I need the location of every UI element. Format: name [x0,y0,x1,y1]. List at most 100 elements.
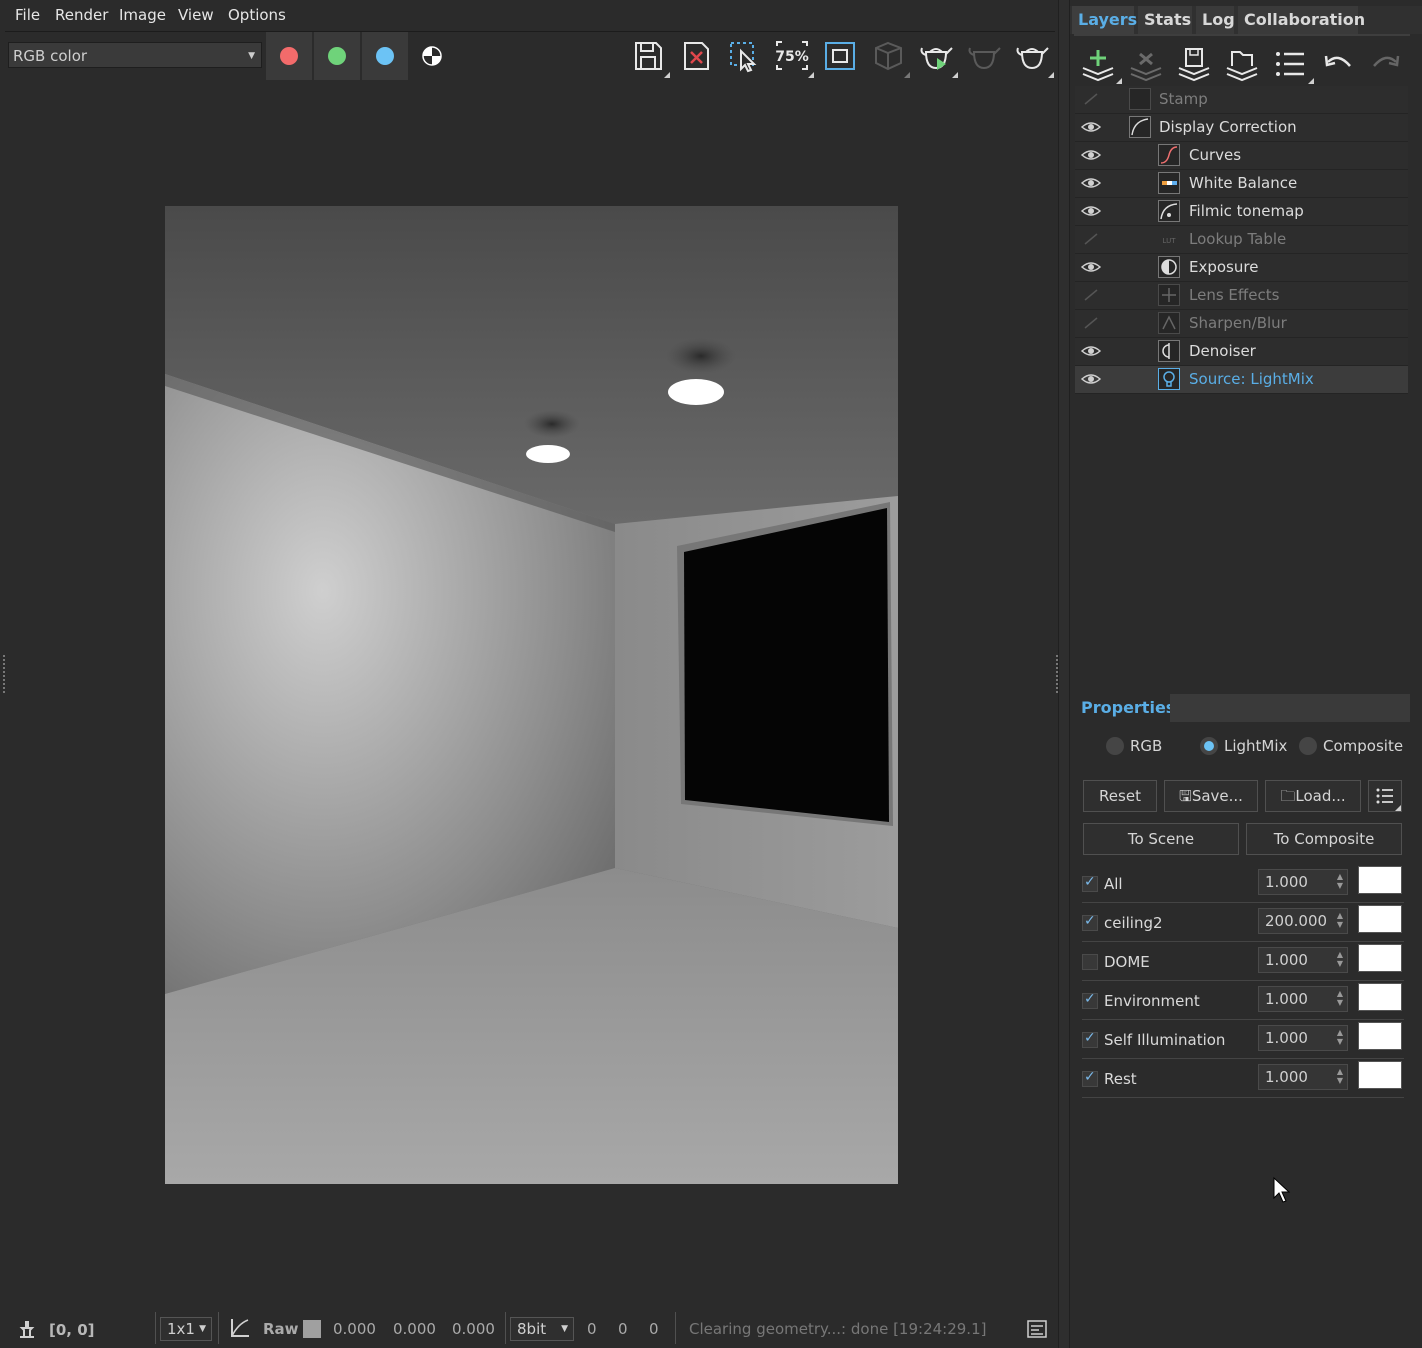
eye-icon[interactable] [1080,147,1102,163]
panel-splitter[interactable] [1058,0,1070,1348]
region-render-button[interactable] [722,36,766,78]
delete-layer-button[interactable] [1126,44,1170,84]
eye-icon[interactable] [1080,119,1102,135]
spinner-icon[interactable]: ▲ ▼ [1337,911,1343,929]
bitdepth-dropdown[interactable]: 8bit ▼ [510,1317,574,1341]
intensity-input[interactable]: 1.000 ▲ ▼ [1258,869,1348,895]
add-layer-button[interactable] [1078,44,1122,84]
eye-hidden-icon[interactable] [1081,315,1101,331]
lightmix-options-button[interactable] [1368,780,1402,812]
menu-view[interactable]: View [178,6,214,24]
lut-icon: LUT [1158,228,1180,250]
spinner-icon[interactable]: ▲ ▼ [1337,950,1343,968]
layer-row-sharpen-blur[interactable]: Sharpen/Blur [1075,310,1408,338]
intensity-value: 200.000 [1265,912,1328,930]
eye-icon[interactable] [1080,259,1102,275]
save-image-button[interactable] [626,36,670,78]
layer-presets-button[interactable] [1270,44,1314,84]
tab-log[interactable]: Log [1196,6,1235,34]
alpha-channel-button[interactable] [420,44,444,68]
enable-checkbox[interactable] [1082,874,1098,892]
layer-row-denoiser[interactable]: Denoiser [1075,338,1408,366]
light-color-swatch[interactable] [1358,866,1402,894]
intensity-value: 1.000 [1265,1068,1308,1086]
menu-image[interactable]: Image [119,6,166,24]
red-channel-button[interactable] [266,32,312,80]
spinner-icon[interactable]: ▲ ▼ [1337,989,1343,1007]
enable-checkbox[interactable] [1082,991,1098,1009]
channel-dropdown[interactable]: RGB color ▼ [8,42,262,68]
layer-row-source-lightmix[interactable]: Source: LightMix [1075,366,1408,394]
eye-hidden-icon[interactable] [1081,231,1101,247]
to-composite-button[interactable]: To Composite [1246,823,1402,855]
light-color-swatch[interactable] [1358,983,1402,1011]
layer-row-lookup-table[interactable]: LUT Lookup Table [1075,226,1408,254]
layer-row-exposure[interactable]: Exposure [1075,254,1408,282]
zoom-button[interactable]: 75% [770,36,814,78]
layer-row-curves[interactable]: Curves [1075,142,1408,170]
menu-divider [5,31,1055,32]
tab-layers[interactable]: Layers [1072,6,1137,34]
eye-hidden-icon[interactable] [1081,287,1101,303]
stop-render-button[interactable] [962,36,1006,78]
render-region-3d-button[interactable] [866,36,910,78]
intensity-input[interactable]: 1.000 ▲ ▼ [1258,986,1348,1012]
enable-checkbox[interactable] [1082,1069,1098,1087]
intensity-input[interactable]: 1.000 ▲ ▼ [1258,1025,1348,1051]
layer-row-filmic-tonemap[interactable]: Filmic tonemap [1075,198,1408,226]
render-button[interactable] [1010,36,1054,78]
left-dock-handle[interactable] [2,655,6,693]
save-layers-button[interactable] [1174,44,1218,84]
color-corrections-icon[interactable] [228,1316,252,1344]
eye-icon[interactable] [1080,343,1102,359]
spinner-icon[interactable]: ▲ ▼ [1337,1028,1343,1046]
light-color-swatch[interactable] [1358,1022,1402,1050]
menu-file[interactable]: File [15,6,40,24]
blue-channel-button[interactable] [362,32,408,80]
sampling-dropdown[interactable]: 1x1 ▼ [160,1317,212,1341]
intensity-input[interactable]: 1.000 ▲ ▼ [1258,1064,1348,1090]
enable-checkbox[interactable] [1082,954,1098,970]
tab-stats[interactable]: Stats [1138,6,1192,34]
interactive-render-button[interactable] [914,36,958,78]
layer-row-display-correction[interactable]: Display Correction [1075,114,1408,142]
layer-row-lens-effects[interactable]: Lens Effects [1075,282,1408,310]
green-channel-button[interactable] [314,32,360,80]
save-preset-button[interactable]: 🖫Save... [1164,780,1258,812]
light-color-swatch[interactable] [1358,1061,1402,1089]
layer-name: Lookup Table [1189,230,1287,248]
eye-hidden-icon[interactable] [1081,91,1101,107]
load-preset-button[interactable]: 🗀Load... [1265,780,1361,812]
status-separator [218,1312,219,1344]
tab-collaboration[interactable]: Collaboration [1238,6,1365,34]
enable-checkbox[interactable] [1082,1030,1098,1048]
pin-icon[interactable] [16,1318,38,1344]
eye-icon[interactable] [1080,175,1102,191]
fit-frame-button[interactable] [818,36,862,78]
light-color-swatch[interactable] [1358,944,1402,972]
eye-icon[interactable] [1080,371,1102,387]
rendered-image[interactable] [165,206,898,1184]
radio-label: RGB [1130,737,1163,755]
spinner-icon[interactable]: ▲ ▼ [1337,872,1343,890]
load-layers-button[interactable] [1222,44,1266,84]
layer-row-white-balance[interactable]: White Balance [1075,170,1408,198]
properties-resize-handle[interactable] [1222,686,1262,699]
eye-icon[interactable] [1080,203,1102,219]
menu-options[interactable]: Options [228,6,286,24]
intensity-input[interactable]: 1.000 ▲ ▼ [1258,947,1348,973]
intensity-input[interactable]: 200.000 ▲ ▼ [1258,908,1348,934]
svg-text:LUT: LUT [1163,237,1177,245]
log-toggle-icon[interactable] [1026,1318,1048,1344]
menu-render[interactable]: Render [55,6,108,24]
clear-image-button[interactable] [674,36,718,78]
reset-button[interactable]: Reset [1083,780,1157,812]
redo-button[interactable] [1366,44,1410,84]
layer-row-stamp[interactable]: Stamp [1075,86,1408,114]
light-color-swatch[interactable] [1358,905,1402,933]
alpha-icon [422,46,442,66]
undo-button[interactable] [1318,44,1362,84]
enable-checkbox[interactable] [1082,913,1098,931]
to-scene-button[interactable]: To Scene [1083,823,1239,855]
spinner-icon[interactable]: ▲ ▼ [1337,1067,1343,1085]
